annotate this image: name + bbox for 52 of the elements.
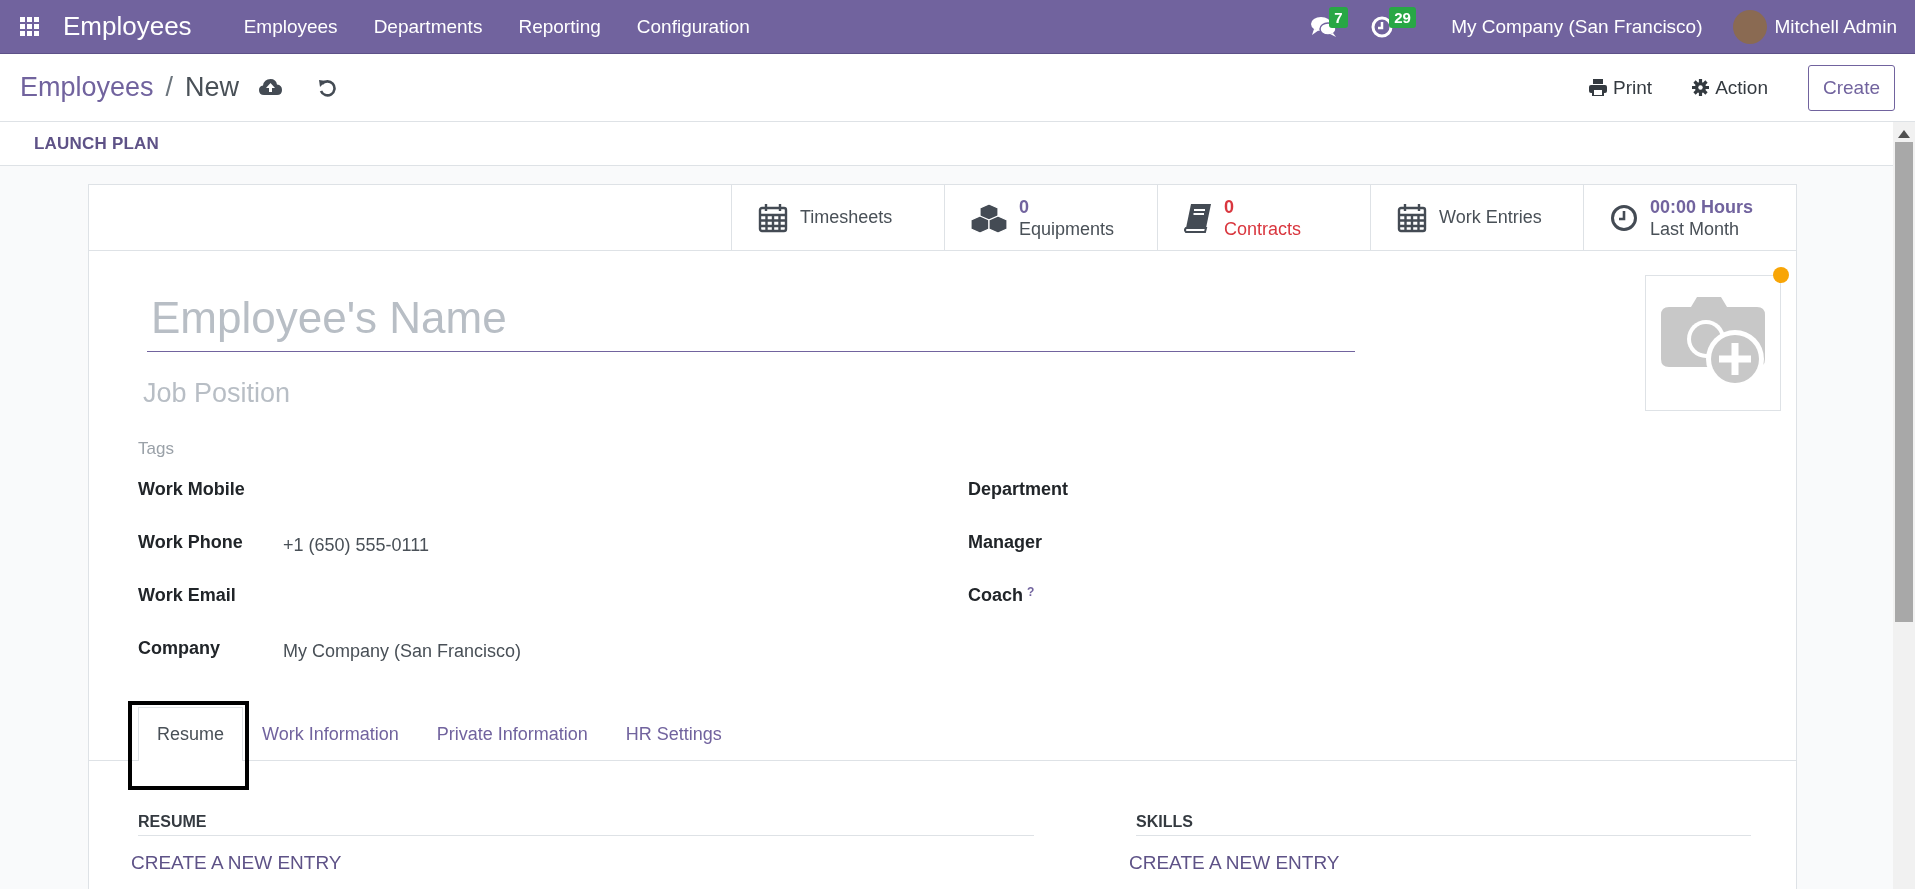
launch-plan-button[interactable]: LAUNCH PLAN bbox=[20, 129, 173, 158]
cubes-icon bbox=[971, 202, 1007, 233]
status-dot bbox=[1773, 267, 1789, 283]
company-switcher[interactable]: My Company (San Francisco) bbox=[1451, 15, 1703, 38]
calendar-icon bbox=[758, 202, 788, 233]
create-entry-link[interactable]: CREATE A NEW ENTRY bbox=[131, 852, 342, 874]
app-title[interactable]: Employees bbox=[63, 11, 192, 42]
field-label: Work Phone bbox=[138, 532, 244, 553]
printer-icon bbox=[1589, 79, 1608, 96]
field-label: Work Email bbox=[138, 585, 237, 606]
job-position-field[interactable]: Job Position bbox=[143, 378, 543, 409]
tags-field[interactable]: Tags bbox=[138, 439, 438, 459]
create-entry-link[interactable]: CREATE A NEW ENTRY bbox=[1129, 852, 1340, 874]
tab[interactable]: HR Settings bbox=[606, 707, 741, 761]
menu-item[interactable]: Configuration bbox=[618, 15, 768, 38]
clock-icon[interactable] bbox=[1371, 15, 1394, 38]
field-label: Department bbox=[968, 479, 1069, 499]
print-button[interactable]: Print bbox=[1589, 76, 1653, 99]
calendar-icon bbox=[1397, 202, 1427, 233]
clock-icon bbox=[1610, 203, 1638, 232]
gear-icon bbox=[1692, 79, 1710, 96]
create-button[interactable]: Create bbox=[1807, 64, 1895, 111]
action-button[interactable]: Action bbox=[1692, 76, 1768, 99]
cloud-upload-icon[interactable] bbox=[259, 79, 283, 96]
breadcrumb-link[interactable]: Employees bbox=[20, 72, 154, 103]
field-label: Company bbox=[138, 638, 221, 659]
book-icon bbox=[1184, 202, 1212, 233]
undo-icon[interactable] bbox=[318, 78, 337, 97]
menu-item[interactable]: Employees bbox=[225, 15, 356, 38]
count-badge: 29 bbox=[1389, 6, 1416, 28]
menu-item[interactable]: Reporting bbox=[500, 15, 619, 38]
field-label: Coach bbox=[968, 585, 1023, 605]
tab[interactable]: Private Information bbox=[417, 707, 607, 761]
apps-menu-icon[interactable] bbox=[20, 16, 40, 37]
menu-item[interactable]: Departments bbox=[355, 15, 501, 38]
help-tooltip[interactable]: ? bbox=[1027, 585, 1035, 599]
breadcrumb-separator: / bbox=[165, 72, 174, 103]
name-field[interactable]: Employee's Name bbox=[147, 285, 1355, 352]
breadcrumb-current: New bbox=[185, 72, 240, 103]
avatar bbox=[1732, 9, 1767, 44]
section-title: RESUME bbox=[138, 813, 1034, 836]
user-menu[interactable]: Mitchell Admin bbox=[1774, 15, 1897, 38]
scrollbar[interactable] bbox=[1893, 122, 1915, 889]
tab[interactable]: Work Information bbox=[243, 707, 418, 761]
field-value[interactable]: My Company (San Francisco) bbox=[283, 641, 522, 662]
section-title: SKILLS bbox=[1136, 813, 1751, 836]
tab[interactable]: Resume bbox=[138, 707, 244, 761]
count-badge: 7 bbox=[1329, 6, 1348, 28]
scroll-up-icon[interactable] bbox=[1898, 130, 1910, 138]
field-value[interactable]: +1 (650) 555-0111 bbox=[283, 535, 429, 556]
field-label: Work Mobile bbox=[138, 479, 246, 500]
field-label: Manager bbox=[968, 532, 1043, 552]
